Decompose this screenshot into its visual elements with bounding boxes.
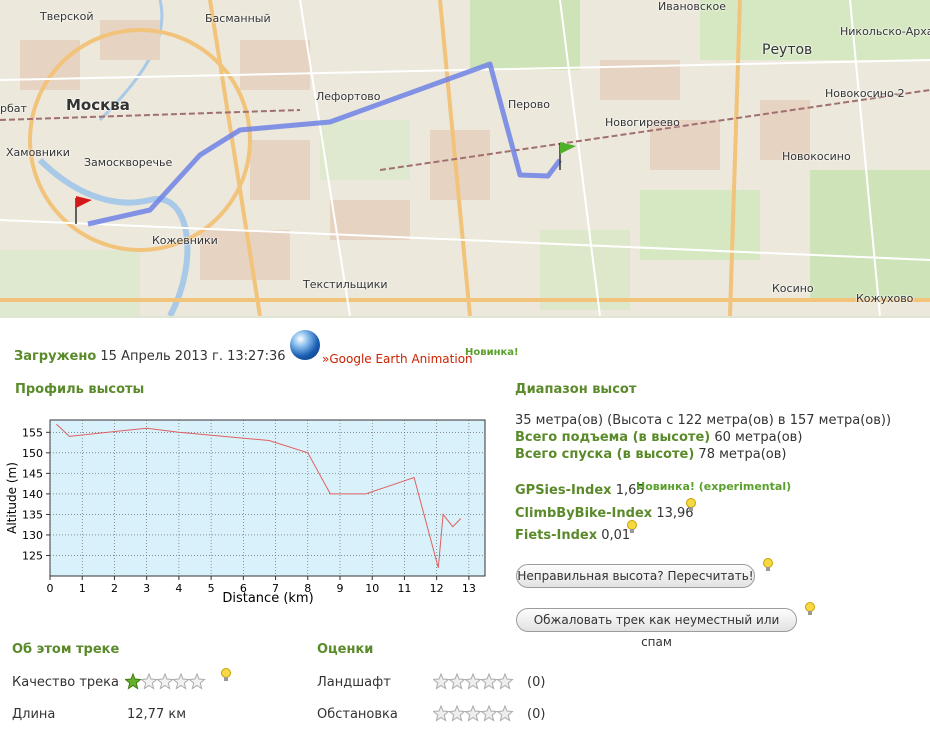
map-label: Реутов [762,42,813,58]
quality-label: Качество трека [12,675,119,690]
map-label: Новогиреево [605,116,680,129]
range-summary: 35 метра(ов) (Высота с 122 метра(ов) в 1… [515,413,892,428]
y-tick-label: 130 [22,529,43,542]
recalculate-elevation-button[interactable]: Неправильная высота? Пересчитать! [516,564,755,588]
descent-row: Всего спуска (в высоте) 78 метра(ов) [515,447,786,462]
environment-star-rating-icon[interactable] [433,704,515,722]
y-tick-label: 150 [22,447,43,460]
finish-flag-icon [559,142,576,170]
lightbulb-icon[interactable] [685,498,697,512]
x-tick-label: 13 [462,582,476,595]
route-map[interactable]: Тверской Басманный Москва рбат Хамовники… [0,0,930,316]
lightbulb-icon[interactable] [220,668,232,682]
map-label: Новокосино [782,150,851,163]
report-track-button[interactable]: Обжаловать трек как неуместный или спам [516,608,797,649]
elevation-chart: 0 1 2 3 4 5 6 7 8 9 10 11 12 13 125130135140145150155… [5,419,486,606]
x-tick-label: 5 [208,582,215,595]
gpsies-index-row: GPSies-Index 1,65 [515,483,645,498]
y-tick-label: 140 [22,488,43,501]
quality-stars[interactable] [125,672,207,694]
google-earth-icon[interactable] [290,330,320,360]
google-earth-link[interactable]: »Google Earth Animation [322,352,473,366]
x-tick-label: 11 [397,582,411,595]
fiets-label: Fiets-Index [515,528,598,543]
climb-label: ClimbByBike-Index [515,506,653,521]
range-title: Диапазон высот [515,382,637,397]
map-label: Тверской [40,10,94,23]
map-label: рбат [0,102,27,115]
x-tick-label: 1 [79,582,86,595]
upload-date: 15 Апрель 2013 г. 13:27:36 [100,349,286,364]
x-tick-label: 10 [365,582,379,595]
map-divider [0,316,930,318]
x-tick-label: 0 [47,582,54,595]
map-label: Кожевники [152,234,218,247]
new-badge: Новинка! [465,347,519,358]
star-rating-icon[interactable] [125,672,207,690]
lightbulb-icon[interactable] [804,602,816,616]
experimental-badge: Новинка! (experimental) [636,480,792,493]
x-axis-label: Distance (km) [222,591,313,606]
map-label: Басманный [205,12,271,25]
descent-value: 78 метра(ов) [698,447,787,462]
y-tick-label: 155 [22,426,43,439]
fiets-row: Fiets-Index 0,01 [515,528,630,543]
y-axis-label: Altitude (m) [5,462,19,534]
x-tick-label: 4 [175,582,182,595]
lightbulb-icon[interactable] [762,558,774,572]
y-tick-label: 145 [22,467,43,480]
climbbybike-row: ClimbByBike-Index 13,96 [515,506,694,521]
map-label: Лефортово [316,90,381,103]
x-tick-label: 3 [143,582,150,595]
y-tick-label: 125 [22,549,43,562]
ascent-row: Всего подъема (в высоте) 60 метра(ов) [515,430,802,445]
start-flag-icon [75,196,92,224]
upload-info: Загружено 15 Апрель 2013 г. 13:27:36 [14,349,286,364]
map-label: Хамовники [6,146,70,159]
map-label: Кожухово [856,292,914,305]
length-label: Длина [12,707,56,722]
map-label: Москва [66,96,130,114]
descent-label: Всего спуска (в высоте) [515,447,695,462]
y-tick-label: 135 [22,508,43,521]
about-title: Об этом треке [12,642,120,657]
x-tick-label: 12 [430,582,444,595]
x-tick-label: 2 [111,582,118,595]
length-value: 12,77 км [127,707,187,722]
ascent-label: Всего подъема (в высоте) [515,430,711,445]
map-label: Ивановское [658,0,727,13]
landscape-count: (0) [527,675,546,690]
gpsies-label: GPSies-Index [515,483,612,498]
map-label: Текстильщики [303,278,388,291]
environment-label: Обстановка [317,707,398,722]
map-label: Новокосино-2 [825,87,905,100]
map-label: Никольско-Архангел [840,25,930,38]
map-label: Замоскворечье [84,156,173,169]
map-label: Косино [772,282,814,295]
profile-title: Профиль высоты [15,382,145,397]
ratings-title: Оценки [317,642,374,657]
upload-label: Загружено [14,349,97,364]
landscape-label: Ландшафт [317,675,391,690]
x-tick-label: 9 [337,582,344,595]
landscape-star-rating-icon[interactable] [433,672,515,690]
ascent-value: 60 метра(ов) [714,430,803,445]
environment-count: (0) [527,707,546,722]
lightbulb-icon[interactable] [626,520,638,534]
map-label: Перово [508,98,550,111]
